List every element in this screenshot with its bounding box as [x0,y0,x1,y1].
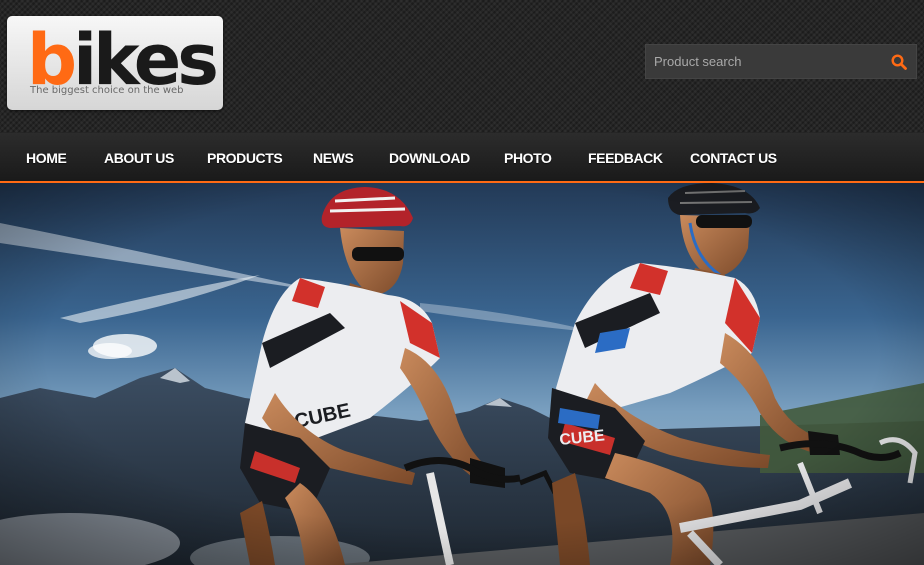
search-input[interactable] [646,45,884,78]
hero-cyclists-photo: CUBE [0,183,924,565]
logo-wordmark: bikes [27,25,219,95]
site-header: bikes The biggest choice on the web [0,0,924,133]
nav-item-home[interactable]: HOME [26,133,67,181]
nav-item-contact-us[interactable]: CONTACT US [690,133,777,181]
hero-banner: CUBE [0,183,924,565]
site-logo[interactable]: bikes The biggest choice on the web [7,16,223,110]
nav-item-photo[interactable]: PHOTO [504,133,552,181]
nav-item-feedback[interactable]: FEEDBACK [588,133,663,181]
main-nav: HOME ABOUT US PRODUCTS NEWS DOWNLOAD PHO… [0,133,924,183]
nav-item-about-us[interactable]: ABOUT US [104,133,174,181]
search-icon[interactable] [890,53,908,71]
nav-item-news[interactable]: NEWS [313,133,354,181]
search-box [645,44,917,79]
nav-item-download[interactable]: DOWNLOAD [389,133,470,181]
logo-tagline: The biggest choice on the web [30,85,184,96]
nav-item-products[interactable]: PRODUCTS [207,133,283,181]
